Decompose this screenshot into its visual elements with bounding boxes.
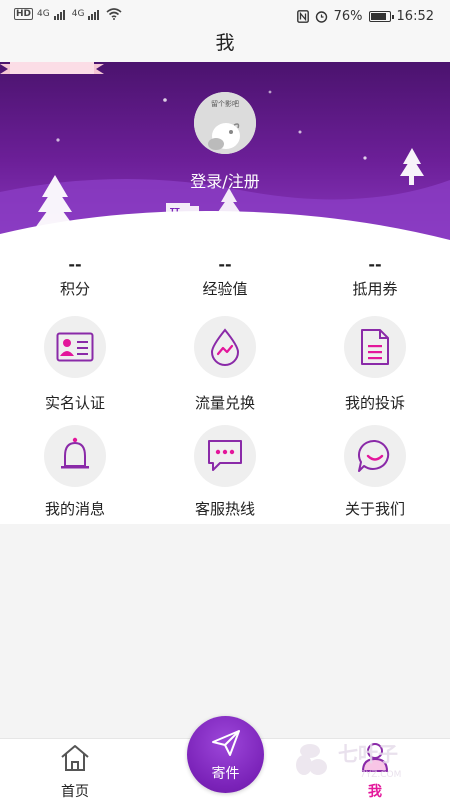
watermark-text: 七叶子: [338, 742, 398, 766]
send-package-button[interactable]: 寄件: [187, 716, 264, 793]
status-bar: HD 4G 4G 76% 16:52: [0, 0, 450, 34]
menu-label-my-complaints: 我的投诉: [344, 394, 405, 412]
signal-icon: [53, 10, 65, 20]
stat-experience-value: --: [218, 255, 232, 274]
document-icon: [344, 316, 406, 378]
stat-experience[interactable]: -- 经验值: [150, 242, 300, 306]
send-package-label: 寄件: [211, 766, 240, 782]
id-card-icon: [44, 316, 106, 378]
menu-item-about-us[interactable]: 关于我们: [300, 415, 450, 524]
avatar-placeholder-icon: 留个影吧: [194, 92, 256, 154]
login-register-link[interactable]: 登录/注册: [0, 168, 450, 192]
page-title: 我: [215, 32, 235, 54]
avatar[interactable]: 留个影吧: [194, 92, 256, 154]
smile-bubble-icon: [344, 425, 406, 487]
stat-points-value: --: [68, 255, 82, 274]
menu-item-data-exchange[interactable]: 流量兑换: [150, 306, 300, 415]
menu-label-my-messages: 我的消息: [44, 500, 105, 518]
clock: 16:52: [396, 9, 434, 24]
stat-points-label: 积分: [59, 280, 90, 298]
stat-vouchers-value: --: [368, 255, 382, 274]
menu-label-about-us: 关于我们: [344, 500, 405, 518]
alarm-icon: [315, 11, 327, 23]
nav-home-label: 首页: [61, 784, 89, 800]
stat-points[interactable]: -- 积分: [0, 242, 150, 306]
home-icon: [61, 745, 89, 771]
status-right-icons: 76% 16:52: [296, 9, 434, 24]
nfc-icon: [296, 10, 309, 23]
stat-vouchers[interactable]: -- 抵用券: [300, 242, 450, 306]
leaf-icon: 七叶子 7YZ.COM: [296, 742, 401, 780]
nav-home[interactable]: 首页: [15, 739, 135, 800]
menu-label-data-exchange: 流量兑换: [194, 394, 255, 412]
page-title-bar: 我: [0, 34, 450, 62]
bell-icon: [44, 425, 106, 487]
status-left-icons: HD 4G 4G: [14, 8, 122, 20]
avatar-ribbon: [0, 62, 104, 74]
hd-badge: HD: [14, 8, 34, 20]
avatar-caption: 留个影吧: [211, 99, 239, 108]
signal-4g-label: 4G: [37, 9, 50, 19]
wifi-icon: [106, 8, 122, 20]
menu-label-real-name-auth: 实名认证: [44, 394, 105, 412]
menu-item-my-messages[interactable]: 我的消息: [0, 415, 150, 524]
battery-percent: 76%: [333, 9, 363, 24]
battery-icon: [368, 11, 394, 22]
watermark-sub: 7YZ.COM: [360, 770, 401, 780]
stat-vouchers-label: 抵用券: [352, 280, 398, 298]
signal-4g-label-2: 4G: [71, 9, 85, 19]
data-drop-icon: [194, 316, 256, 378]
menu-item-service-hotline[interactable]: 客服热线: [150, 415, 300, 524]
paper-plane-icon: [212, 730, 240, 756]
watermark-logo: 七叶子 7YZ.COM: [290, 735, 440, 785]
chat-bubble-icon: [194, 425, 256, 487]
menu-grid: 实名认证 流量兑换 我的投诉 我的消息 客服热线 关于我们: [0, 306, 450, 524]
menu-item-my-complaints[interactable]: 我的投诉: [300, 306, 450, 415]
stats-row: -- 积分 -- 经验值 -- 抵用券: [0, 242, 450, 306]
profile-banner: TT 留个影吧 登录/注册: [0, 62, 450, 242]
stat-experience-label: 经验值: [202, 280, 248, 298]
menu-label-service-hotline: 客服热线: [194, 500, 255, 518]
menu-item-real-name-auth[interactable]: 实名认证: [0, 306, 150, 415]
signal-icon-2: [88, 10, 100, 20]
